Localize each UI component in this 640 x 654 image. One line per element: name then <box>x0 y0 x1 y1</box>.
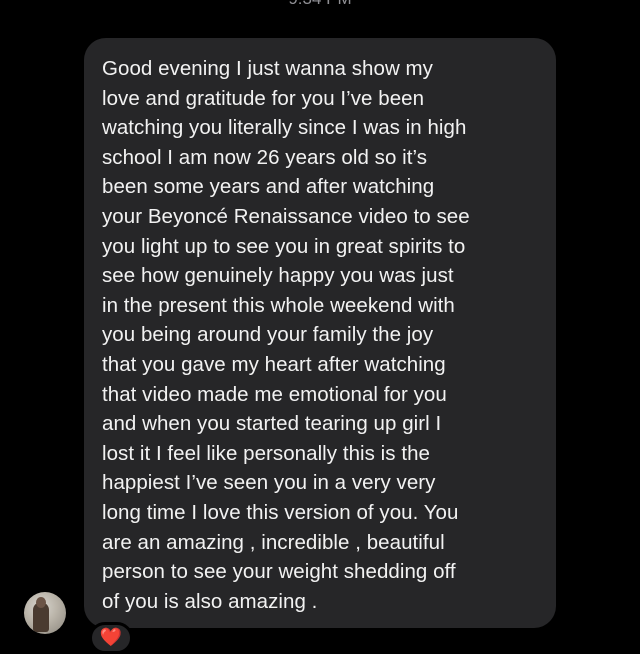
message-text: Good evening I just wanna show my love a… <box>102 57 470 613</box>
heart-reaction[interactable]: ❤️ <box>89 622 133 654</box>
heart-icon: ❤️ <box>99 627 123 647</box>
message-timestamp: 9:34 PM <box>0 0 640 10</box>
avatar-head <box>36 597 46 608</box>
sender-avatar[interactable] <box>24 592 66 634</box>
message-bubble[interactable]: Good evening I just wanna show my love a… <box>84 38 556 628</box>
